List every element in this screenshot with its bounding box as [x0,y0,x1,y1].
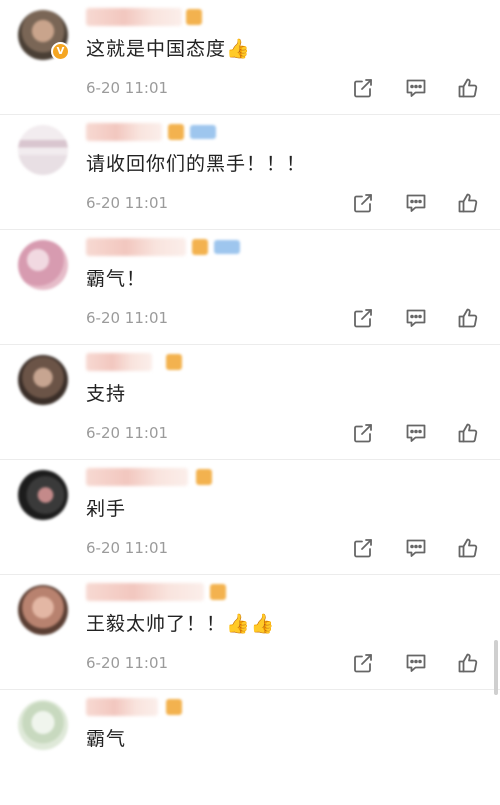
comment-text: 王毅太帅了！！👍👍 [86,613,276,635]
share-icon [354,539,372,558]
member-badge [190,125,216,139]
share-icon [354,654,372,673]
thumbs-up-icon [458,78,478,98]
thumbs-up-icon [458,308,478,328]
verified-badge: V [51,42,70,61]
share-icon [354,309,372,328]
comment-time: 6-20 11:01 [86,194,169,212]
share-button[interactable] [351,421,375,445]
share-button[interactable] [351,191,375,215]
like-button[interactable] [456,191,480,215]
thumbs-up-icon [458,423,478,443]
comment-item: 支持 6-20 11:01 [0,345,500,460]
scrollbar[interactable] [494,640,498,695]
share-icon [354,79,372,98]
comment-text: 霸气！ [86,268,147,290]
thumbs-up-icon [458,193,478,213]
comment-time: 6-20 11:01 [86,539,169,557]
comment-icon [406,309,426,327]
comment-text: 请收回你们的黑手！！！ [86,153,307,175]
share-icon [354,194,372,213]
comment-item: 请收回你们的黑手！！！ 6-20 11:01 [0,115,500,230]
share-button[interactable] [351,651,375,675]
username[interactable] [86,8,182,26]
comment-time: 6-20 11:01 [86,424,169,442]
level-badge [196,469,212,485]
level-badge [186,9,202,25]
username[interactable] [86,468,188,486]
comment-text: 支持 [86,383,127,405]
comment-item: 霸气 [0,690,500,805]
avatar[interactable] [18,470,68,520]
username[interactable] [86,238,186,256]
reply-button[interactable] [404,306,428,330]
username[interactable] [86,353,152,371]
level-badge [166,699,182,715]
reply-button[interactable] [404,191,428,215]
share-button[interactable] [351,536,375,560]
comment-text: 这就是中国态度👍 [86,38,251,60]
comment-icon [406,654,426,672]
share-button[interactable] [351,76,375,100]
like-button[interactable] [456,306,480,330]
level-badge [168,124,184,140]
comment-icon [406,539,426,557]
like-button[interactable] [456,421,480,445]
like-button[interactable] [456,651,480,675]
reply-button[interactable] [404,536,428,560]
comment-item: 霸气！ 6-20 11:01 [0,230,500,345]
reply-button[interactable] [404,651,428,675]
avatar[interactable] [18,125,68,175]
member-badge [214,240,240,254]
level-badge [210,584,226,600]
comment-item: 王毅太帅了！！👍👍 6-20 11:01 [0,575,500,690]
reply-button[interactable] [404,421,428,445]
avatar[interactable] [18,240,68,290]
avatar[interactable] [18,700,68,750]
comment-time: 6-20 11:01 [86,309,169,327]
share-button[interactable] [351,306,375,330]
comment-item: 剁手 6-20 11:01 [0,460,500,575]
comment-time: 6-20 11:01 [86,654,169,672]
thumbs-up-icon [458,653,478,673]
like-button[interactable] [456,76,480,100]
username[interactable] [86,123,162,141]
comment-text: 霸气 [86,728,127,750]
comment-text: 剁手 [86,498,127,520]
username[interactable] [86,583,204,601]
comment-icon [406,424,426,442]
avatar[interactable] [18,355,68,405]
level-badge [166,354,182,370]
thumbs-up-icon [458,538,478,558]
reply-button[interactable] [404,76,428,100]
username[interactable] [86,698,158,716]
like-button[interactable] [456,536,480,560]
share-icon [354,424,372,443]
comment-list: V 这就是中国态度👍 6-20 11:01 请收回你们的黑手！！！ 6-20 1… [0,0,500,805]
comment-icon [406,79,426,97]
comment-icon [406,194,426,212]
avatar[interactable] [18,585,68,635]
level-badge [192,239,208,255]
comment-time: 6-20 11:01 [86,79,169,97]
comment-item: V 这就是中国态度👍 6-20 11:01 [0,0,500,115]
